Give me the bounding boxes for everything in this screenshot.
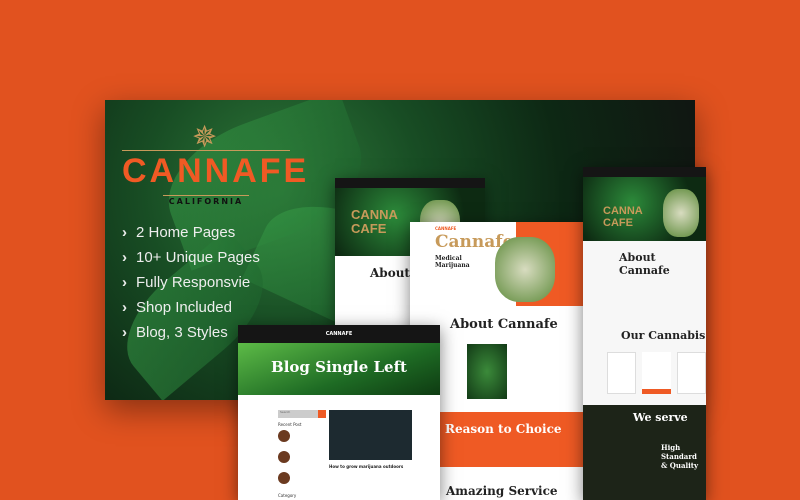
feature-item: › 2 Home Pages	[122, 224, 236, 241]
feature-item: › 10+ Unique Pages	[122, 249, 260, 266]
mock-blog: CANNAFE Blog Single Left Search Recent P…	[238, 325, 440, 500]
chevron-right-icon: ›	[122, 274, 127, 291]
cannabis-leaf-icon: ✵	[192, 120, 218, 155]
feature-item: › Shop Included	[122, 299, 232, 316]
mock-home-3: CANNA CAFE About Cannafe Our Cannabis We…	[583, 167, 706, 500]
brand-tagline: CALIFORNIA	[162, 195, 250, 207]
feature-item: › Fully Responsvie	[122, 274, 251, 291]
chevron-right-icon: ›	[122, 299, 127, 316]
search-icon	[318, 410, 326, 418]
chevron-right-icon: ›	[122, 324, 127, 341]
brand-name: CANNAFE	[122, 150, 310, 190]
brand-logo: ✵ CANNAFE CALIFORNIA	[122, 120, 310, 208]
chevron-right-icon: ›	[122, 224, 127, 241]
chevron-right-icon: ›	[122, 249, 127, 266]
